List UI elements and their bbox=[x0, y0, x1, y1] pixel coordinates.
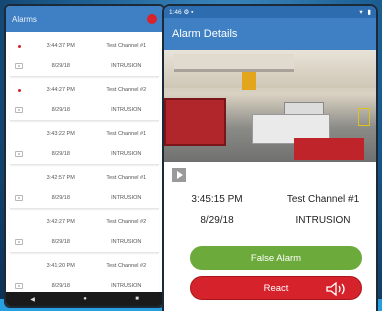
alarm-item-channel: Test Channel #2 bbox=[106, 219, 147, 225]
alarm-item-date: 8/29/18 bbox=[51, 63, 70, 69]
sim-icon: ▪ bbox=[191, 9, 194, 16]
alarm-list-item[interactable]: 3:42:27 PM 8/29/18 Test Channel #2 INTRU… bbox=[10, 212, 159, 253]
alarm-channel: Test Channel #1 bbox=[286, 194, 360, 205]
alarm-details-screen: 1:46 ⚙ ▪ ▾ ▮ Alarm Details 3:45:15 PM Te… bbox=[164, 6, 376, 311]
speaker-icon bbox=[326, 282, 345, 296]
alarm-list: 3:44:37 PM 8/29/18 Test Channel #1 INTRU… bbox=[6, 32, 163, 302]
app-bar: Alarm Details bbox=[164, 18, 376, 50]
camera-icon bbox=[15, 63, 23, 69]
alarm-item-type: INTRUSION bbox=[111, 151, 142, 157]
alarm-item-date: 8/29/18 bbox=[51, 151, 70, 157]
wifi-icon: ▾ bbox=[359, 9, 363, 16]
alarm-item-channel: Test Channel #2 bbox=[106, 263, 147, 269]
alarm-list-item[interactable]: 3:43:22 PM 8/29/18 Test Channel #1 INTRU… bbox=[10, 124, 159, 165]
camera-icon bbox=[15, 195, 23, 201]
unread-indicator bbox=[18, 45, 21, 48]
alarm-item-channel: Test Channel #1 bbox=[106, 175, 147, 181]
camera-icon bbox=[15, 151, 23, 157]
alarm-item-time: 3:41:20 PM bbox=[46, 263, 75, 269]
forklift bbox=[242, 72, 256, 90]
alarm-item-date: 8/29/18 bbox=[51, 107, 70, 113]
false-alarm-button[interactable]: False Alarm bbox=[190, 246, 362, 270]
alarm-item-type: INTRUSION bbox=[111, 195, 142, 201]
red-truck bbox=[164, 98, 226, 146]
alarm-list-item[interactable]: 3:41:20 PM 8/29/18 Test Channel #2 INTRU… bbox=[10, 256, 159, 297]
camera-icon bbox=[15, 283, 23, 289]
alarm-detail-info: 3:45:15 PM Test Channel #1 8/29/18 INTRU… bbox=[164, 194, 376, 226]
alarm-date: 8/29/18 bbox=[200, 215, 234, 226]
back-icon[interactable]: ◀ bbox=[30, 296, 35, 303]
alarms-header: Alarms bbox=[6, 6, 163, 32]
page-title: Alarm Details bbox=[172, 28, 238, 40]
alarm-item-time: 3:42:57 PM bbox=[46, 175, 75, 181]
alarm-count-badge[interactable] bbox=[147, 14, 157, 24]
unread-indicator bbox=[18, 89, 21, 92]
clock: 1:46 bbox=[169, 9, 182, 16]
false-alarm-label: False Alarm bbox=[250, 252, 302, 264]
alarm-video[interactable] bbox=[164, 50, 376, 162]
gear-icon: ⚙ bbox=[183, 9, 190, 16]
alarm-item-date: 8/29/18 bbox=[51, 239, 70, 245]
alarm-item-type: INTRUSION bbox=[111, 283, 142, 289]
alarm-time: 3:45:15 PM bbox=[191, 194, 243, 205]
alarm-item-time: 3:43:22 PM bbox=[46, 131, 75, 137]
camera-icon bbox=[15, 107, 23, 113]
react-button[interactable]: React bbox=[190, 276, 362, 300]
alarm-list-item[interactable]: 3:44:27 PM 8/29/18 Test Channel #2 INTRU… bbox=[10, 80, 159, 121]
alarm-item-date: 8/29/18 bbox=[51, 195, 70, 201]
home-icon[interactable]: ● bbox=[83, 296, 87, 302]
alarm-item-time: 3:44:27 PM bbox=[46, 87, 75, 93]
status-bar: 1:46 ⚙ ▪ ▾ ▮ bbox=[164, 6, 376, 18]
react-label: React bbox=[263, 282, 289, 294]
alarm-item-type: INTRUSION bbox=[111, 239, 142, 245]
alarm-item-channel: Test Channel #1 bbox=[106, 131, 147, 137]
detection-box bbox=[358, 108, 370, 126]
alarm-list-item[interactable]: 3:42:57 PM 8/29/18 Test Channel #1 INTRU… bbox=[10, 168, 159, 209]
alarms-title: Alarms bbox=[12, 14, 37, 24]
recent-apps-icon[interactable]: ■ bbox=[135, 296, 139, 302]
alarm-item-time: 3:42:27 PM bbox=[46, 219, 75, 225]
alarm-item-type: INTRUSION bbox=[111, 107, 142, 113]
alarm-item-date: 8/29/18 bbox=[51, 283, 70, 289]
alarm-item-channel: Test Channel #1 bbox=[106, 43, 147, 49]
alarm-item-channel: Test Channel #2 bbox=[106, 87, 147, 93]
android-nav-bar: ◀ ● ■ bbox=[6, 292, 163, 306]
alarm-item-type: INTRUSION bbox=[111, 63, 142, 69]
alarm-item-time: 3:44:37 PM bbox=[46, 43, 75, 49]
alarms-list-screen: Alarms 3:44:37 PM 8/29/18 Test Channel #… bbox=[6, 6, 163, 306]
roof bbox=[174, 54, 294, 72]
camera-icon bbox=[15, 239, 23, 245]
play-icon[interactable] bbox=[172, 168, 186, 182]
battery-icon: ▮ bbox=[367, 9, 371, 16]
alarm-type: INTRUSION bbox=[295, 215, 351, 226]
alarm-list-item[interactable]: 3:44:37 PM 8/29/18 Test Channel #1 INTRU… bbox=[10, 36, 159, 77]
dumpster bbox=[294, 138, 364, 160]
